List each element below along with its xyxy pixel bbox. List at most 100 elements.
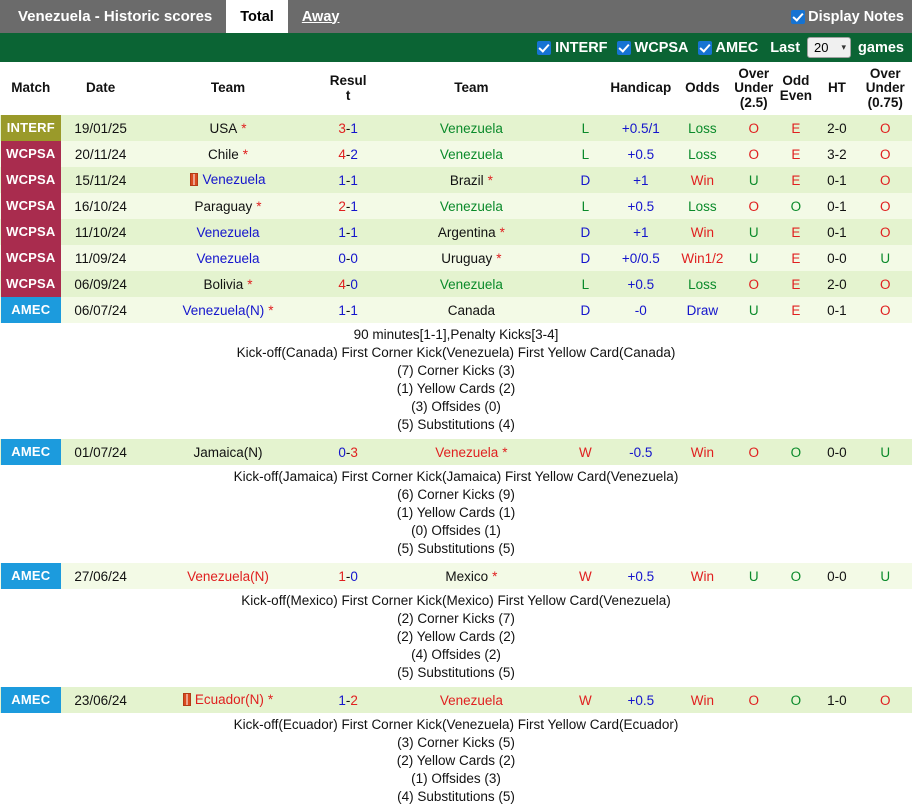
col-header-team-away[interactable]: Team	[379, 62, 563, 115]
display-notes-toggle[interactable]: Display Notes	[791, 0, 904, 33]
col-header-over-under-25[interactable]: Over Under (2.5)	[731, 62, 777, 115]
match-result[interactable]: 1-1	[316, 167, 380, 193]
table-row[interactable]: WCPSA 11/09/24 Venezuela 0-0 Uruguay * D +0/0.5…	[0, 245, 912, 271]
away-team[interactable]: Brazil *	[379, 167, 563, 193]
col-header-ht[interactable]: HT	[815, 62, 859, 115]
checkbox-icon[interactable]	[537, 40, 552, 55]
table-header: Match Date Team Resul t Team Handicap Odd…	[0, 62, 912, 115]
home-team[interactable]: Venezuela	[139, 245, 317, 271]
tab-away[interactable]: Away	[288, 0, 354, 33]
match-type-badge-cell[interactable]: WCPSA	[0, 271, 62, 297]
result-letter: L	[562, 115, 608, 141]
col-header-odds[interactable]: Odds	[673, 62, 732, 115]
table-row[interactable]: AMEC 06/07/24 Venezuela(N) * 1-1 Canada D -0 Dra…	[0, 297, 912, 323]
result-letter: D	[562, 167, 608, 193]
match-type-badge-cell[interactable]: AMEC	[0, 687, 62, 713]
home-team[interactable]: Paraguay *	[139, 193, 317, 219]
home-team[interactable]: Ecuador(N) *	[139, 687, 317, 713]
match-result[interactable]: 2-1	[316, 193, 380, 219]
match-result[interactable]: 0-0	[316, 245, 380, 271]
match-type-badge-cell[interactable]: WCPSA	[0, 193, 62, 219]
home-team[interactable]: USA *	[139, 115, 317, 141]
odd-even-value: O	[776, 193, 816, 219]
notes-line: Kick-off(Ecuador) First Corner Kick(Vene…	[233, 717, 679, 732]
odds-outcome: Win1/2	[673, 245, 732, 271]
col-header-odd-even[interactable]: Odd Even	[776, 62, 816, 115]
away-team[interactable]: Venezuela	[379, 141, 563, 167]
table-row[interactable]: WCPSA 16/10/24 Paraguay * 2-1 Venezuela L +0.5 L…	[0, 193, 912, 219]
notes-line: (1) Yellow Cards (1)	[396, 505, 516, 520]
col-header-handicap[interactable]: Handicap	[607, 62, 674, 115]
handicap-value: +0.5	[607, 141, 674, 167]
filter-interf[interactable]: INTERF	[537, 40, 608, 56]
match-notes: Kick-off(Ecuador) First Corner Kick(Vene…	[0, 713, 912, 811]
col-header-match[interactable]: Match	[0, 62, 62, 115]
match-type-badge-cell[interactable]: WCPSA	[0, 167, 62, 193]
table-row[interactable]: AMEC 01/07/24 Jamaica(N) 0-3 Venezuela * W -0.5…	[0, 439, 912, 465]
home-team[interactable]: Venezuela(N)	[139, 563, 317, 589]
half-time-score: 0-1	[815, 297, 859, 323]
checkbox-icon[interactable]	[791, 9, 806, 24]
match-type-badge-cell[interactable]: WCPSA	[0, 141, 62, 167]
match-type-badge-cell[interactable]: WCPSA	[0, 219, 62, 245]
match-type-badge-cell[interactable]: INTERF	[0, 115, 62, 141]
home-team[interactable]: Venezuela	[139, 219, 317, 245]
over-under-25-value: O	[731, 687, 777, 713]
home-team[interactable]: Venezuela	[139, 167, 317, 193]
table-row[interactable]: WCPSA 11/10/24 Venezuela 1-1 Argentina * D +1 Wi…	[0, 219, 912, 245]
away-team[interactable]: Argentina *	[379, 219, 563, 245]
match-type-badge-cell[interactable]: AMEC	[0, 563, 62, 589]
table-row[interactable]: INTERF 19/01/25 USA * 3-1 Venezuela L +0.5/1 Los…	[0, 115, 912, 141]
away-team[interactable]: Uruguay *	[379, 245, 563, 271]
match-type-badge-cell[interactable]: WCPSA	[0, 245, 62, 271]
notes-line: 90 minutes[1-1],Penalty Kicks[3-4]	[353, 327, 559, 342]
col-header-team-home[interactable]: Team	[139, 62, 317, 115]
match-type-badge-cell[interactable]: AMEC	[0, 439, 62, 465]
games-count-select[interactable]: 20 ▾	[807, 37, 852, 58]
table-row[interactable]: AMEC 27/06/24 Venezuela(N) 1-0 Mexico * W +0.5 W…	[0, 563, 912, 589]
tab-total[interactable]: Total	[226, 0, 288, 33]
col-header-date[interactable]: Date	[61, 62, 140, 115]
home-team[interactable]: Bolivia *	[139, 271, 317, 297]
away-team[interactable]: Venezuela *	[379, 439, 563, 465]
over-under-25-value: O	[731, 271, 777, 297]
table-row[interactable]: AMEC 23/06/24 Ecuador(N) * 1-2 Venezuela W +0.5…	[0, 687, 912, 713]
filter-wcpsa[interactable]: WCPSA	[616, 40, 689, 56]
table-row[interactable]: WCPSA 15/11/24 Venezuela 1-1 Brazil * D +1 Win U E…	[0, 167, 912, 193]
status-badge: AMEC	[1, 439, 61, 465]
result-letter: W	[562, 439, 608, 465]
away-team[interactable]: Venezuela	[379, 115, 563, 141]
over-under-075-value: O	[858, 687, 912, 713]
match-result[interactable]: 3-1	[316, 115, 380, 141]
result-letter: D	[562, 219, 608, 245]
home-team[interactable]: Chile *	[139, 141, 317, 167]
match-result[interactable]: 0-3	[316, 439, 380, 465]
home-team[interactable]: Jamaica(N)	[139, 439, 317, 465]
match-result[interactable]: 1-1	[316, 297, 380, 323]
match-date: 06/07/24	[61, 297, 140, 323]
col-header-over-under-075[interactable]: Over Under (0.75)	[858, 62, 912, 115]
table-row[interactable]: WCPSA 06/09/24 Bolivia * 4-0 Venezuela L +0.5 Lo…	[0, 271, 912, 297]
table-row[interactable]: WCPSA 20/11/24 Chile * 4-2 Venezuela L +0.5 Loss…	[0, 141, 912, 167]
col-header-result[interactable]: Resul t	[316, 62, 380, 115]
away-team[interactable]: Venezuela	[379, 271, 563, 297]
checkbox-icon[interactable]	[616, 40, 631, 55]
filter-amec[interactable]: AMEC	[697, 40, 758, 56]
match-result[interactable]: 1-2	[316, 687, 380, 713]
away-team[interactable]: Mexico *	[379, 563, 563, 589]
handicap-value: +0.5	[607, 563, 674, 589]
home-marker-star: *	[496, 250, 502, 266]
home-team[interactable]: Venezuela(N) *	[139, 297, 317, 323]
match-date: 01/07/24	[61, 439, 140, 465]
match-result[interactable]: 4-0	[316, 271, 380, 297]
over-under-075-value: O	[858, 193, 912, 219]
match-type-badge-cell[interactable]: AMEC	[0, 297, 62, 323]
away-team[interactable]: Canada	[379, 297, 563, 323]
match-result[interactable]: 1-1	[316, 219, 380, 245]
handicap-value: +0/0.5	[607, 245, 674, 271]
match-result[interactable]: 1-0	[316, 563, 380, 589]
away-team[interactable]: Venezuela	[379, 193, 563, 219]
away-team[interactable]: Venezuela	[379, 687, 563, 713]
match-result[interactable]: 4-2	[316, 141, 380, 167]
checkbox-icon[interactable]	[697, 40, 712, 55]
